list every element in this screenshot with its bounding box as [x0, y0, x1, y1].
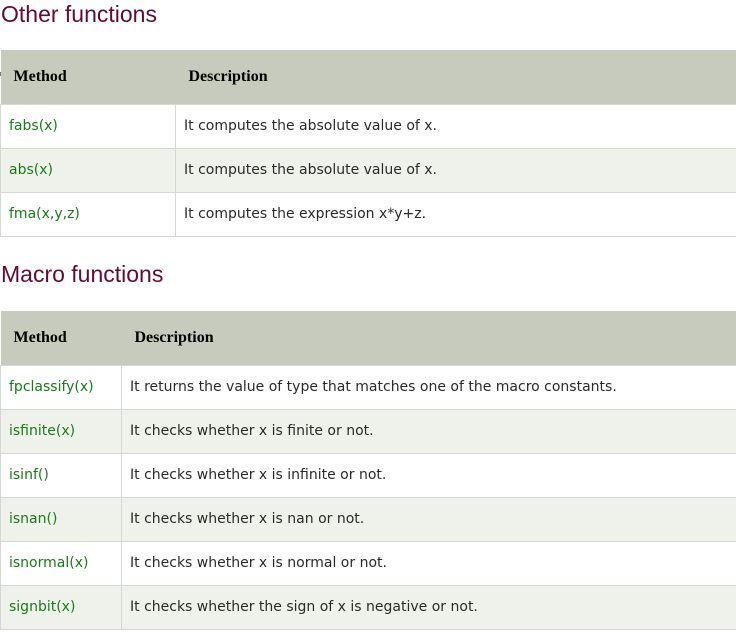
column-header-method: Method: [0, 311, 122, 365]
table-row: isnan() It checks whether x is nan or no…: [0, 496, 736, 542]
description-cell: It checks whether the sign of x is negat…: [121, 584, 736, 630]
description-cell: It computes the expression x*y+z.: [175, 191, 736, 237]
table-row: fabs(x) It computes the absolute value o…: [0, 103, 736, 149]
method-cell: signbit(x): [0, 584, 122, 630]
section-title-other-functions: Other functions: [1, 1, 157, 27]
table-row: isfinite(x) It checks whether x is finit…: [0, 408, 736, 454]
table-row: isnormal(x) It checks whether x is norma…: [0, 540, 736, 586]
table-row: fpclassify(x) It returns the value of ty…: [0, 364, 736, 410]
table-row: abs(x) It computes the absolute value of…: [0, 147, 736, 193]
section-title-macro-functions: Macro functions: [1, 261, 164, 287]
other-functions-table: Method Description fabs(x) It computes t…: [0, 50, 736, 237]
table-row: fma(x,y,z) It computes the expression x*…: [0, 191, 736, 237]
column-header-description: Description: [121, 311, 736, 365]
macro-functions-table: Method Description fpclassify(x) It retu…: [0, 311, 736, 630]
method-cell: fpclassify(x): [0, 364, 122, 410]
description-cell: It checks whether x is infinite or not.: [121, 452, 736, 498]
column-header-description: Description: [175, 50, 736, 104]
description-cell: It checks whether x is normal or not.: [121, 540, 736, 586]
method-cell: isnormal(x): [0, 540, 122, 586]
method-cell: isinf(): [0, 452, 122, 498]
description-cell: It checks whether x is nan or not.: [121, 496, 736, 542]
method-cell: abs(x): [0, 147, 176, 193]
method-cell: fabs(x): [0, 103, 176, 149]
table-header-row: Method Description: [0, 50, 736, 104]
table-row: signbit(x) It checks whether the sign of…: [0, 584, 736, 630]
method-cell: isfinite(x): [0, 408, 122, 454]
method-cell: fma(x,y,z): [0, 191, 176, 237]
description-cell: It returns the value of type that matche…: [121, 364, 736, 410]
table-row: isinf() It checks whether x is infinite …: [0, 452, 736, 498]
table-header-row: Method Description: [0, 311, 736, 365]
method-cell: isnan(): [0, 496, 122, 542]
description-cell: It computes the absolute value of x.: [175, 147, 736, 193]
description-cell: It checks whether x is finite or not.: [121, 408, 736, 454]
column-header-method: Method: [0, 50, 176, 104]
description-cell: It computes the absolute value of x.: [175, 103, 736, 149]
